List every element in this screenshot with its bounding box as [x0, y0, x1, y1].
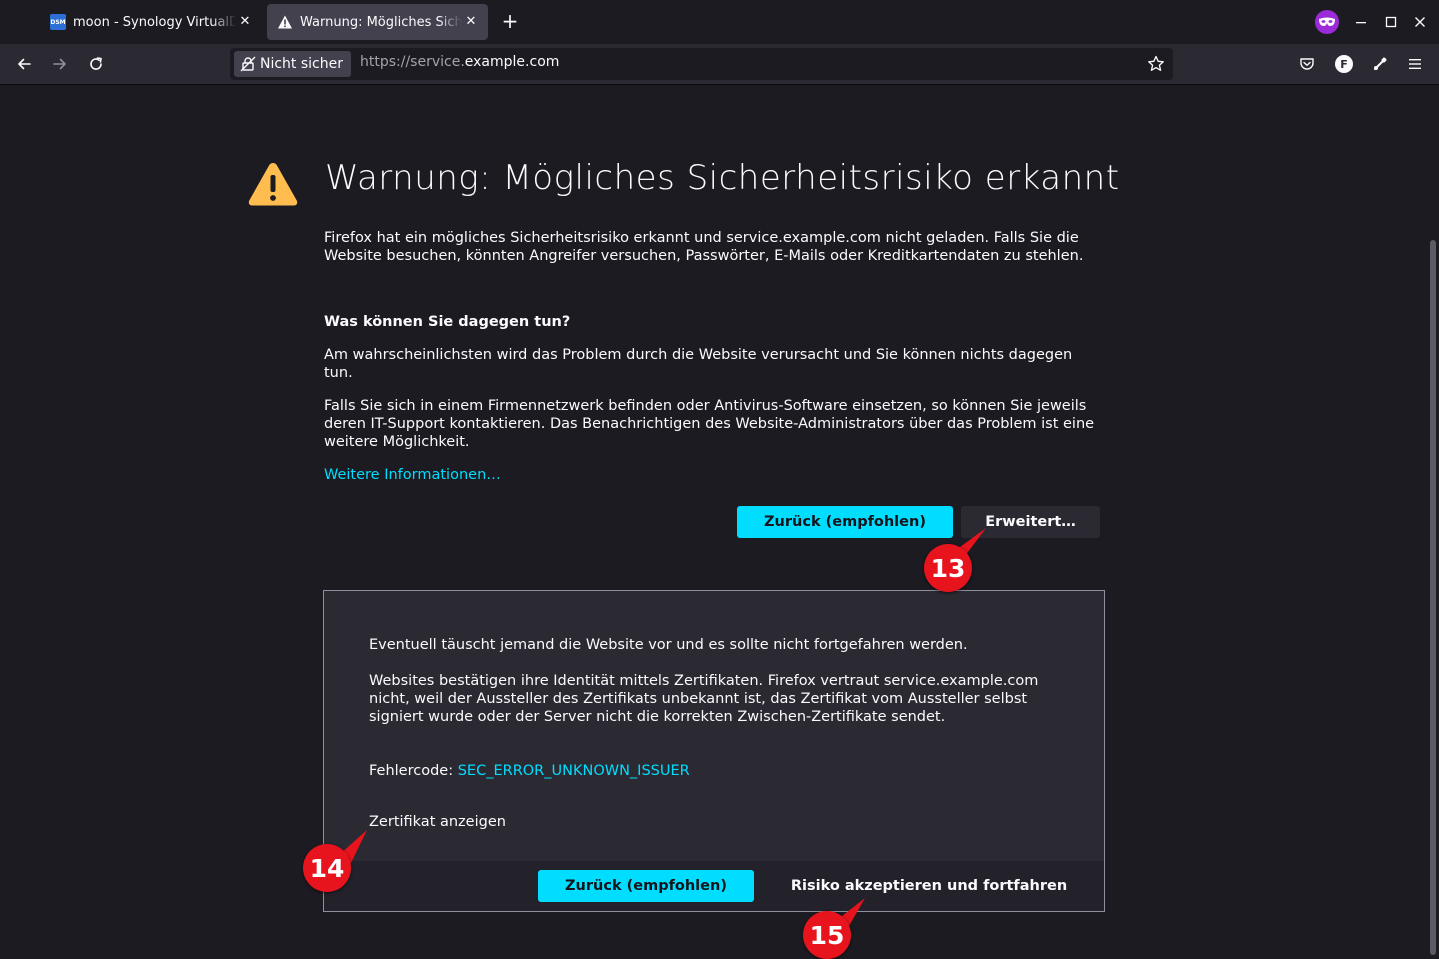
pocket-icon[interactable] [1295, 52, 1319, 76]
tab-title: moon - Synology VirtualDSM [73, 14, 236, 30]
page-title: Warnung: Mögliches Sicherheitsrisiko erk… [325, 158, 1120, 198]
error-code-link[interactable]: SEC_ERROR_UNKNOWN_ISSUER [458, 763, 690, 779]
advanced-panel: Eventuell täuscht jemand die Website vor… [323, 590, 1105, 912]
extensions-icon[interactable] [1368, 52, 1392, 76]
forward-arrow-icon[interactable] [48, 52, 72, 76]
explanation-text-1: Am wahrscheinlichsten wird das Problem d… [324, 347, 1073, 381]
reload-icon[interactable] [84, 52, 108, 76]
tab-strip: DSM moon - Synology VirtualDSM ✕ Warnung… [0, 0, 1439, 44]
go-back-button-advanced[interactable]: Zurück (empfohlen) [538, 870, 754, 902]
tab-warning[interactable]: Warnung: Mögliches Sicherheitsrisiko ✕ [267, 4, 488, 40]
url-bar[interactable]: Nicht sicher https://service.example.com [230, 48, 1173, 80]
annotation-badge-14: 14 [303, 844, 351, 892]
certificate-explanation-text: Websites bestätigen ihre Identität mitte… [369, 673, 1039, 725]
identity-label: Nicht sicher [260, 56, 343, 72]
new-tab-button[interactable]: + [498, 10, 522, 34]
go-back-button[interactable]: Zurück (empfohlen) [737, 506, 953, 538]
maximize-icon[interactable] [1379, 10, 1403, 34]
site-identity-button[interactable]: Nicht sicher [234, 51, 351, 77]
bookmark-star-icon[interactable] [1147, 55, 1165, 73]
intro-text: Firefox hat ein mögliches Sicherheitsris… [324, 230, 1084, 264]
url-text[interactable]: https://service.example.com [360, 54, 559, 70]
tab-title: Warnung: Mögliches Sicherheitsrisiko [300, 14, 462, 30]
annotation-badge-13: 13 [924, 544, 972, 592]
account-avatar[interactable]: F [1332, 52, 1356, 76]
dsm-favicon-icon: DSM [50, 14, 66, 30]
error-code-label: Fehlercode: [369, 763, 458, 779]
insecure-lock-icon [240, 56, 256, 72]
more-info-link[interactable]: Weitere Informationen… [324, 466, 501, 484]
close-tab-icon[interactable]: ✕ [238, 15, 252, 29]
error-code-line: Fehlercode: SEC_ERROR_UNKNOWN_ISSUER [369, 762, 1069, 780]
advanced-footer: Zurück (empfohlen) Risiko akzeptieren un… [324, 861, 1104, 911]
annotation-badge-15: 15 [803, 911, 851, 959]
warning-favicon-icon [277, 14, 293, 30]
warning-triangle-icon [248, 163, 298, 206]
back-arrow-icon[interactable] [12, 52, 36, 76]
view-certificate-link[interactable]: Zertifikat anzeigen [369, 813, 506, 831]
minimize-icon[interactable] [1349, 10, 1373, 34]
navigation-toolbar: Nicht sicher https://service.example.com… [0, 44, 1439, 85]
close-window-icon[interactable] [1408, 10, 1432, 34]
advanced-warning-text: Eventuell täuscht jemand die Website vor… [369, 637, 968, 653]
close-tab-icon[interactable]: ✕ [464, 15, 478, 29]
what-to-do-heading: Was können Sie dagegen tun? [324, 314, 571, 330]
private-mask-icon[interactable] [1315, 10, 1339, 34]
scrollbar[interactable] [1430, 240, 1436, 955]
tab-virtualdsm[interactable]: DSM moon - Synology VirtualDSM ✕ [40, 4, 262, 40]
hamburger-menu-icon[interactable] [1403, 52, 1427, 76]
explanation-text-2: Falls Sie sich in einem Firmennetzwerk b… [324, 398, 1095, 450]
